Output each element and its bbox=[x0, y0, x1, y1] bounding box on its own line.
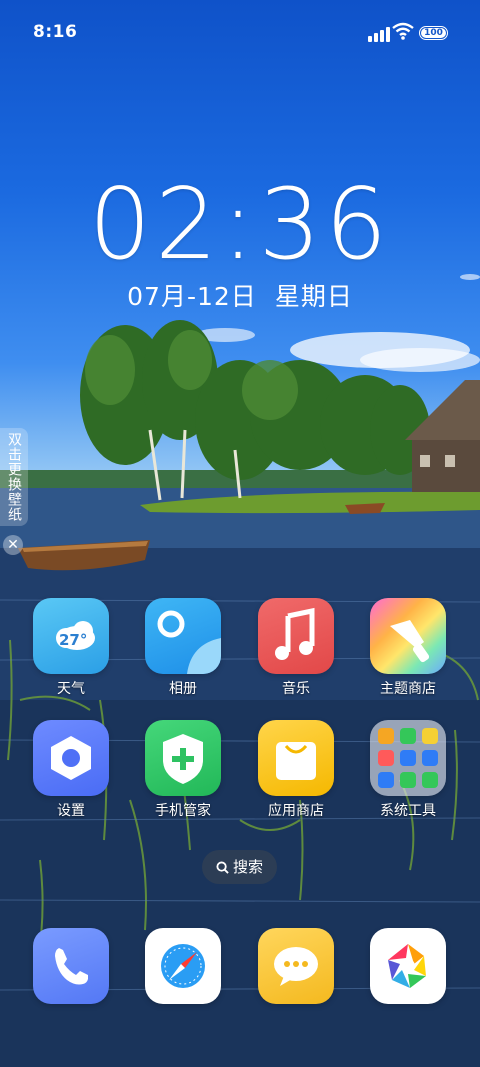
dock-messages[interactable] bbox=[246, 928, 346, 1004]
change-wallpaper-tab[interactable]: 双击更换壁纸 bbox=[0, 428, 28, 526]
message-bubble-icon bbox=[258, 928, 334, 1004]
battery-level: 100 bbox=[421, 28, 446, 38]
weather-icon: 27° bbox=[33, 598, 109, 674]
status-time: 8:16 bbox=[33, 22, 78, 42]
date-text: 07月-12日 bbox=[127, 282, 257, 311]
search-label: 搜索 bbox=[232, 858, 263, 876]
app-theme-store[interactable]: 主题商店 bbox=[358, 598, 458, 698]
music-note-icon bbox=[258, 598, 334, 674]
shopping-bag-icon bbox=[258, 720, 334, 796]
app-phone-manager[interactable]: 手机管家 bbox=[133, 720, 233, 820]
app-label: 天气 bbox=[57, 681, 85, 697]
dock-browser[interactable] bbox=[133, 928, 233, 1004]
weekday-text: 星期日 bbox=[274, 282, 353, 311]
app-label: 系统工具 bbox=[380, 803, 436, 819]
lockscreen-date: 07月-12日 星期日 bbox=[0, 277, 480, 313]
status-bar: 8:16 100 bbox=[0, 0, 480, 68]
wifi-icon bbox=[392, 22, 414, 40]
wallpaper-scene bbox=[0, 274, 480, 1067]
app-gallery[interactable]: 相册 bbox=[133, 598, 233, 698]
dock-camera[interactable] bbox=[358, 928, 458, 1004]
app-label: 音乐 bbox=[282, 681, 310, 697]
wallpaper bbox=[0, 0, 480, 1067]
app-folder-system-tools[interactable]: 系统工具 bbox=[358, 720, 458, 820]
compass-icon bbox=[145, 928, 221, 1004]
paintbrush-icon bbox=[370, 598, 446, 674]
search-icon bbox=[216, 861, 229, 874]
app-label: 相册 bbox=[169, 681, 197, 697]
shield-plus-icon bbox=[145, 720, 221, 796]
app-label: 主题商店 bbox=[380, 681, 436, 697]
app-weather[interactable]: 27° 天气 bbox=[21, 598, 121, 698]
weather-temperature: 27° bbox=[59, 631, 88, 649]
close-wallpaper-tab-button[interactable]: ✕ bbox=[3, 535, 23, 555]
app-music[interactable]: 音乐 bbox=[246, 598, 346, 698]
app-label: 应用商店 bbox=[268, 803, 324, 819]
cellular-signal-icon bbox=[368, 24, 390, 42]
battery-icon: 100 bbox=[419, 26, 448, 40]
phone-icon bbox=[33, 928, 109, 1004]
search-button[interactable]: 搜索 bbox=[202, 850, 277, 884]
lockscreen-clock: 02:36 bbox=[88, 168, 392, 282]
settings-gear-icon bbox=[33, 720, 109, 796]
dock-phone[interactable] bbox=[21, 928, 121, 1004]
camera-aperture-icon bbox=[370, 928, 446, 1004]
app-label: 设置 bbox=[57, 803, 85, 819]
app-app-store[interactable]: 应用商店 bbox=[246, 720, 346, 820]
app-settings[interactable]: 设置 bbox=[21, 720, 121, 820]
gallery-icon bbox=[145, 598, 221, 674]
app-label: 手机管家 bbox=[155, 803, 211, 819]
folder-icon bbox=[370, 720, 446, 796]
